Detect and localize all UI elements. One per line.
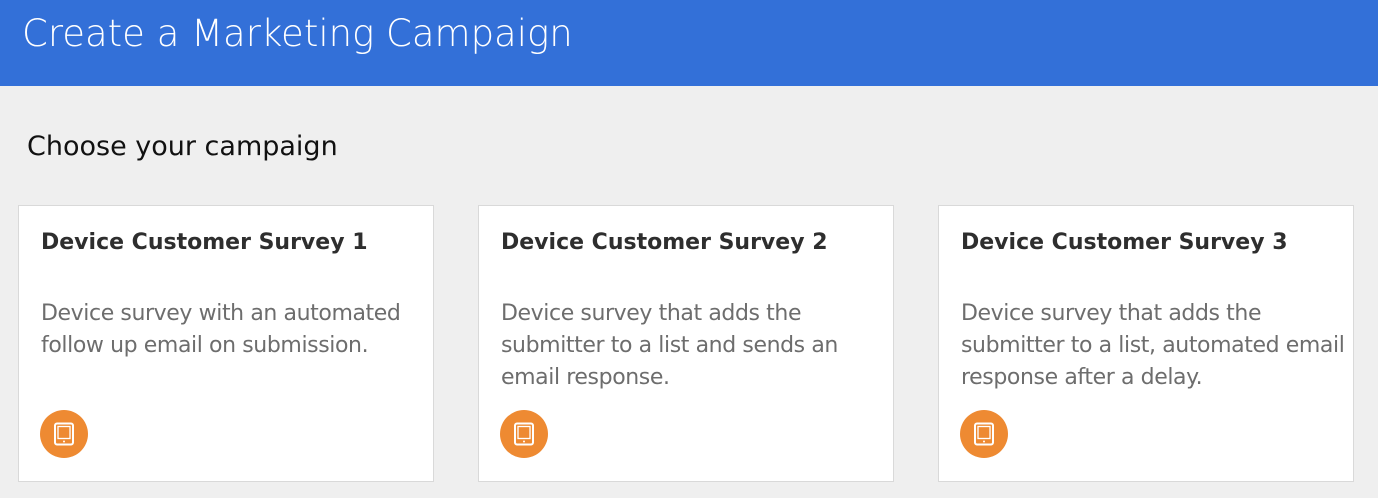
campaign-card-title: Device Customer Survey 1 (41, 230, 368, 255)
tablet-icon (500, 410, 548, 458)
campaign-card-description: Device survey that adds the submitter to… (961, 301, 1345, 390)
campaign-card-title: Device Customer Survey 3 (961, 230, 1288, 255)
page-header: Create a Marketing Campaign (0, 0, 1378, 86)
campaign-card-description: Device survey with an automated follow u… (41, 301, 401, 358)
campaign-card-list: Device Customer Survey 1 Device survey w… (18, 205, 1358, 485)
tablet-icon (960, 410, 1008, 458)
section-title: Choose your campaign (27, 131, 338, 162)
campaign-card-3[interactable]: Device Customer Survey 3 Device survey t… (938, 205, 1354, 482)
campaign-card-1[interactable]: Device Customer Survey 1 Device survey w… (18, 205, 434, 482)
campaign-card-title: Device Customer Survey 2 (501, 230, 828, 255)
campaign-card-2[interactable]: Device Customer Survey 2 Device survey t… (478, 205, 894, 482)
tablet-icon (40, 410, 88, 458)
campaign-card-description: Device survey that adds the submitter to… (501, 301, 838, 390)
page-title: Create a Marketing Campaign (22, 12, 573, 55)
